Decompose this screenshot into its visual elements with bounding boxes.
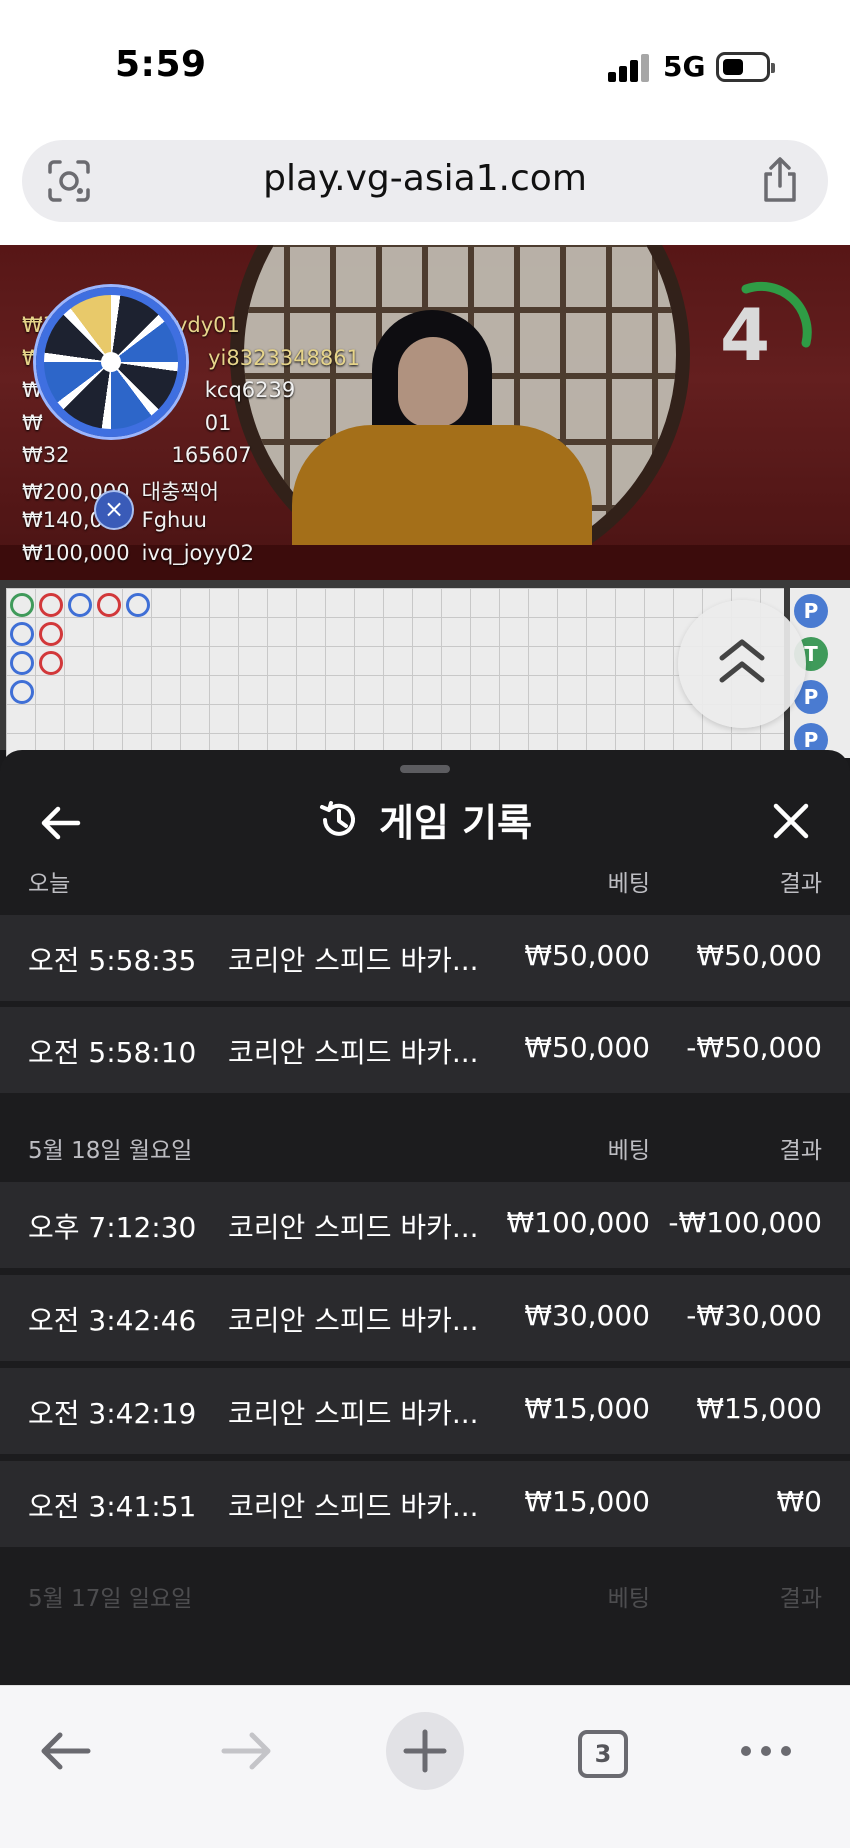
sheet-title: 게임 기록 <box>379 801 533 845</box>
section-date: 5월 18일 월요일 <box>28 1138 193 1164</box>
bet-row: ₩140,000 Fghuu <box>22 508 207 532</box>
road-bead <box>126 593 150 617</box>
status-bar: 5:59 5G <box>0 0 850 130</box>
section-header: 오늘 베팅 결과 <box>0 850 850 910</box>
road-bead <box>39 593 63 617</box>
road-bead <box>10 622 34 646</box>
road-bead <box>39 651 63 675</box>
column-bet: 베팅 <box>607 1586 650 1612</box>
bead-road-grid <box>6 588 784 758</box>
share-icon[interactable] <box>758 156 802 204</box>
history-row[interactable]: 오전 5:58:10 코리안 스피드 바카... ₩50,000 -₩50,00… <box>0 1007 850 1093</box>
column-result: 결과 <box>779 1138 822 1164</box>
game-history-sheet: 게임 기록 오늘 베팅 결과 오전 5:58:35 코리안 스피드 바카... … <box>0 750 850 1685</box>
road-bead <box>10 680 34 704</box>
history-row[interactable]: 오후 7:12:30 코리안 스피드 바카... ₩100,000 -₩100,… <box>0 1182 850 1268</box>
cellular-signal-icon <box>608 54 652 82</box>
lucky-wheel-widget[interactable] <box>36 287 186 437</box>
road-bead <box>68 593 92 617</box>
column-bet: 베팅 <box>607 1138 650 1164</box>
column-result: 결과 <box>779 871 822 897</box>
column-result: 결과 <box>779 1586 822 1612</box>
back-arrow-icon[interactable] <box>36 1716 96 1786</box>
browser-toolbar: 3 <box>0 1685 850 1848</box>
wheel-close-icon[interactable]: × <box>94 490 134 530</box>
url-text[interactable]: play.vg-asia1.com <box>22 158 828 199</box>
countdown-number: 4 <box>719 293 771 377</box>
section-date: 오늘 <box>28 871 71 897</box>
scroll-up-button[interactable] <box>678 600 806 728</box>
bet-row: ₩32 165607 <box>22 443 252 467</box>
new-tab-button[interactable] <box>386 1712 464 1790</box>
history-row[interactable]: 오전 3:42:46 코리안 스피드 바카... ₩30,000 -₩30,00… <box>0 1275 850 1361</box>
url-bar[interactable]: play.vg-asia1.com <box>22 140 828 222</box>
history-row[interactable]: 오전 5:58:35 코리안 스피드 바카... ₩50,000 ₩50,000 <box>0 915 850 1001</box>
road-bead <box>10 651 34 675</box>
game-area: ₩3,350,000dydy01 ₩2yi8323348861 ₩kcq6239… <box>0 245 850 1685</box>
forward-arrow-icon[interactable] <box>216 1716 276 1786</box>
network-type: 5G <box>663 50 706 83</box>
road-bead <box>39 622 63 646</box>
status-time: 5:59 <box>115 44 207 85</box>
close-icon[interactable] <box>766 796 816 846</box>
road-bead <box>10 593 34 617</box>
history-clock-icon <box>319 800 355 836</box>
live-video: ₩3,350,000dydy01 ₩2yi8323348861 ₩kcq6239… <box>0 245 850 580</box>
section-header: 5월 18일 월요일 베팅 결과 <box>0 1117 850 1177</box>
section-header: 5월 17일 일요일 베팅 결과 <box>0 1565 850 1625</box>
sheet-grabber[interactable] <box>400 765 450 773</box>
column-bet: 베팅 <box>607 871 650 897</box>
sheet-header: 게임 기록 <box>0 792 850 852</box>
more-icon[interactable] <box>738 1716 794 1786</box>
history-row[interactable]: 오전 3:41:51 코리안 스피드 바카... ₩15,000 ₩0 <box>0 1461 850 1547</box>
road-bead <box>97 593 121 617</box>
tabs-icon[interactable]: 3 <box>578 1730 628 1778</box>
bet-row: ₩100,000 ivq_joyy02 <box>22 540 254 565</box>
history-row[interactable]: 오전 3:42:19 코리안 스피드 바카... ₩15,000 ₩15,000 <box>0 1368 850 1454</box>
chevron-double-up-icon <box>719 639 765 683</box>
battery-icon <box>716 52 775 82</box>
section-date: 5월 17일 일요일 <box>28 1586 193 1612</box>
bet-row: ₩200,000 대충찍어 <box>22 479 219 504</box>
plus-icon <box>403 1729 447 1773</box>
